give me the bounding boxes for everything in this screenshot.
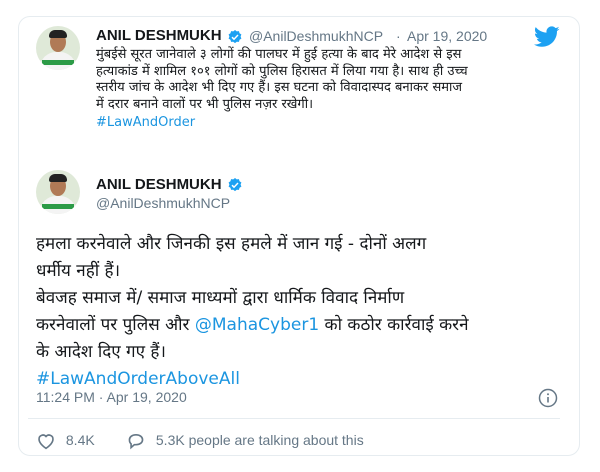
author-name[interactable]: ANIL DESHMUKH [96,27,222,44]
tweet-timestamp[interactable]: 11:24 PM · Apr 19, 2020 [36,389,187,405]
author-handle[interactable]: @AnilDeshmukhNCP [249,28,383,44]
talking-about-count: 5.3K people are talking about this [155,432,364,448]
verified-badge-icon [228,30,242,44]
tweet-text-line: हमला करनेवाले और जिनकी इस हमले में जान ग… [36,234,427,254]
like-count: 8.4K [65,432,95,448]
author-name[interactable]: ANIL DESHMUKH [96,176,222,193]
quoted-text-line: मुंबईसे सूरत जानेवाले ३ लोगों की पालघर म… [96,47,462,62]
quoted-text-line: में दरार बनाने वालों पर भी पुलिस नज़र रख… [96,96,314,112]
tweet-text-line: बेवजह समाज में/ समाज माध्यमों द्वारा धार… [36,288,405,308]
tweet-text-line: धर्मीय नहीं हैं। [36,261,121,281]
quoted-tweet-text: मुंबईसे सूरत जानेवाले ३ लोगों की पालघर म… [96,47,556,132]
avatar[interactable] [36,26,80,70]
comment-icon[interactable] [126,432,146,450]
avatar[interactable] [36,170,80,214]
comment-action[interactable]: 5.3K people are talking about this [126,432,364,450]
divider [28,418,560,419]
tweet-text-line: के आदेश दिए गए हैं। [36,342,166,362]
info-icon[interactable] [538,388,558,408]
tweet-date[interactable]: Apr 19, 2020 [407,28,487,44]
twitter-bird-icon[interactable] [534,26,560,48]
tweet-text-line: करनेवालों पर पुलिस और @MahaCyber1 को कठो… [36,312,576,339]
author-handle[interactable]: @AnilDeshmukhNCP [96,195,230,211]
hashtag-link[interactable]: #LawAndOrder [96,115,556,132]
quoted-text-line: स्तरीय जांच के आदेश भी दिए गए हैं। इस घट… [96,80,463,95]
mention-link[interactable]: @MahaCyber1 [195,315,319,335]
like-action[interactable]: 8.4K [36,432,95,450]
verified-badge-icon [228,178,242,192]
tweet-text: हमला करनेवाले और जिनकी इस हमले में जान ग… [36,231,576,393]
separator: · [396,28,401,44]
tweet-text-segment: को कठोर कार्रवाई करने [319,315,469,335]
quoted-text-line: हत्याकांड में शामिल १०१ लोगों को पुलिस ह… [96,63,468,79]
heart-icon[interactable] [36,432,56,450]
tweet-text-segment: करनेवालों पर पुलिस और [36,315,195,335]
